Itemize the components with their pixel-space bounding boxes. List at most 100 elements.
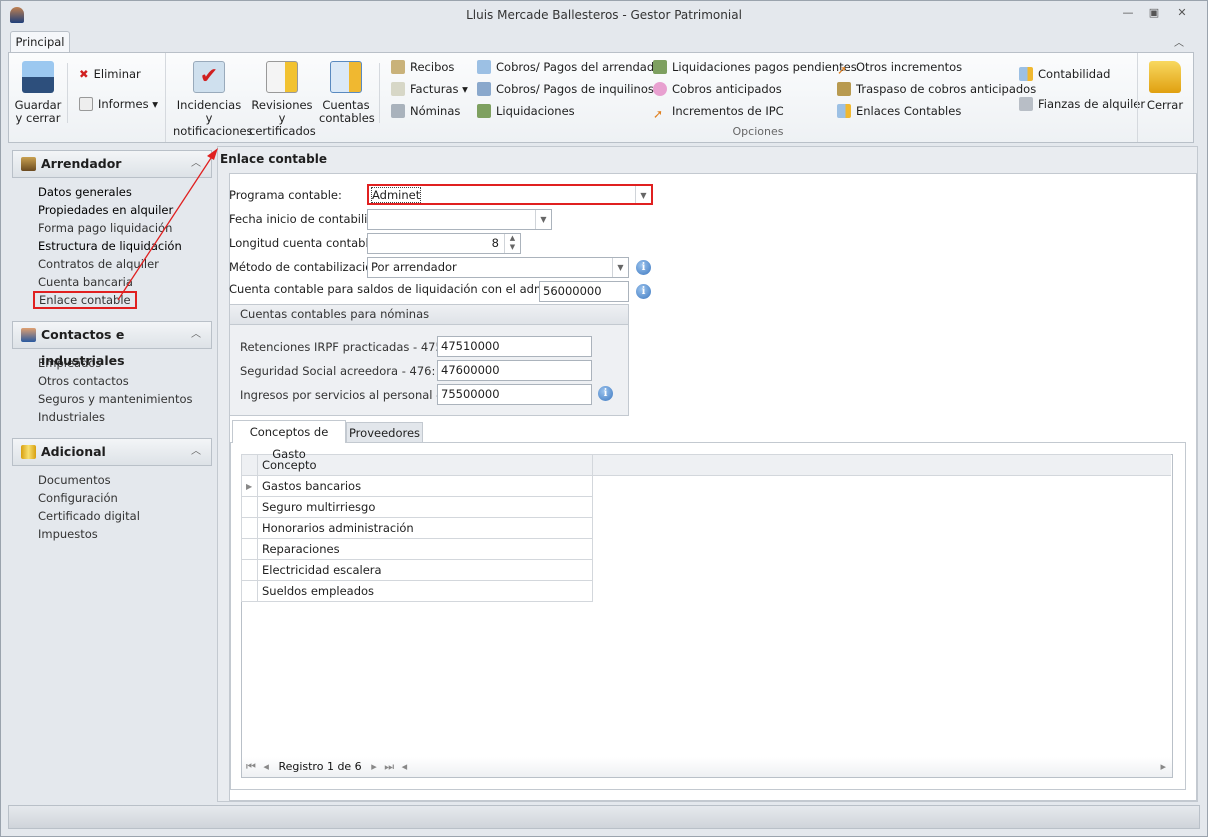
invoice-icon	[391, 82, 405, 96]
programa-label: Programa contable:	[229, 188, 342, 202]
sidebar-item[interactable]: Seguros y mantenimientos	[12, 390, 212, 408]
cuentas-contables-button[interactable]: Cuentas contables	[319, 61, 375, 125]
incrementos-ipc-button[interactable]: ➚ Incrementos de IPC	[653, 101, 857, 121]
tab-conceptos-gasto[interactable]: Conceptos de Gasto	[232, 420, 346, 461]
table-row[interactable]: Honorarios administración	[241, 517, 1172, 539]
sidebar-item[interactable]: Industriales	[12, 408, 212, 426]
sidebar-group-2[interactable]: Adicional ︿	[12, 438, 212, 466]
metodo-select[interactable]: Por arrendador ▼	[367, 257, 629, 278]
report-icon	[79, 97, 93, 111]
sidebar-group-0[interactable]: Arrendador ︿	[12, 150, 212, 178]
minimize-button[interactable]: —	[1118, 6, 1138, 22]
contabilidad-button[interactable]: Contabilidad	[1019, 64, 1145, 84]
first-record-button[interactable]: ⏮	[246, 760, 256, 773]
arrendador-icon	[21, 157, 36, 171]
guardar-cerrar-button[interactable]: Guardar y cerrar	[13, 61, 63, 125]
sidebar-item[interactable]: Forma pago liquidación	[12, 219, 212, 237]
eliminar-button[interactable]: ✖ Eliminar	[79, 64, 141, 84]
maximize-button[interactable]: ▣	[1144, 6, 1164, 22]
group-title: Arrendador	[41, 156, 122, 171]
database-icon	[21, 445, 36, 459]
chevron-up-icon[interactable]: ︿	[191, 151, 201, 177]
chevron-up-icon[interactable]: ︿	[191, 322, 201, 348]
collapse-ribbon-icon[interactable]: ︿	[1174, 34, 1184, 49]
chevron-up-icon[interactable]: ︿	[191, 439, 201, 465]
sidebar-item[interactable]: Datos generales	[12, 183, 212, 201]
scroll-left-icon[interactable]: ◂	[402, 760, 408, 773]
info-icon[interactable]: i	[636, 260, 651, 275]
delete-x-icon: ✖	[79, 67, 89, 81]
ss-label: Seguridad Social acreedora - 476:	[240, 364, 436, 378]
sidebar-item[interactable]: Impuestos	[12, 525, 212, 543]
cobros-anticipados-button[interactable]: Cobros anticipados	[653, 79, 857, 99]
concepto-cell[interactable]: Electricidad escalera	[256, 559, 594, 581]
concepto-cell[interactable]: Seguro multirriesgo	[256, 496, 594, 518]
nominas-button[interactable]: Nóminas	[391, 101, 468, 121]
nominas-title: Cuentas contables para nóminas	[230, 305, 628, 325]
grid-navigator: ⏮ ◂ Registro 1 de 6 ▸ ⏭ ◂ ▸	[242, 757, 1172, 777]
payroll-icon	[391, 104, 405, 118]
concepts-grid: Concepto ▶ Gastos bancarios Seguro multirr…	[241, 454, 1173, 778]
fecha-inicio-select[interactable]: ▼	[367, 209, 552, 230]
cuenta-saldos-input[interactable]: 56000000	[539, 281, 629, 302]
ss-input[interactable]: 47600000	[437, 360, 592, 381]
revisiones-button[interactable]: Revisiones y certificados	[249, 61, 316, 138]
table-row[interactable]: Seguro multirriesgo	[241, 496, 1172, 518]
programa-contable-select[interactable]: Adminet ▼	[367, 184, 653, 205]
column-header-concepto[interactable]: Concepto	[256, 454, 594, 476]
informes-button[interactable]: Informes ▾	[79, 94, 158, 114]
status-bar	[8, 805, 1200, 829]
sidebar-item[interactable]: Estructura de liquidación	[12, 237, 212, 255]
table-row[interactable]: Reparaciones	[241, 538, 1172, 560]
longitud-stepper[interactable]: 8 ▲ ▼	[367, 233, 521, 254]
group-label-opciones: Opciones	[732, 125, 784, 138]
ingresos-input[interactable]: 75500000	[437, 384, 592, 405]
prev-record-button[interactable]: ◂	[263, 760, 269, 773]
concepto-cell[interactable]: Gastos bancarios	[256, 475, 594, 497]
liquidaciones-button[interactable]: Liquidaciones	[477, 101, 666, 121]
concepto-cell[interactable]: Sueldos empleados	[256, 580, 594, 602]
recibos-button[interactable]: Recibos	[391, 57, 468, 77]
otros-incrementos-button[interactable]: ➚ Otros incrementos	[837, 57, 1036, 77]
sidebar-item[interactable]: Otros contactos	[12, 372, 212, 390]
sidebar-item[interactable]: Contratos de alquiler	[12, 255, 212, 273]
checklist-icon: ✔	[193, 61, 225, 93]
metodo-label: Método de contabilización:	[229, 260, 384, 274]
record-counter: Registro 1 de 6	[278, 760, 362, 773]
tab-proveedores[interactable]: Proveedores	[346, 422, 423, 443]
cobros-pagos-arrendador-button[interactable]: Cobros/ Pagos del arrendador	[477, 57, 666, 77]
tab-principal[interactable]: Principal	[10, 31, 70, 53]
irpf-input[interactable]: 47510000	[437, 336, 592, 357]
sidebar-item[interactable]: Enlace contable	[33, 291, 137, 309]
safe-icon	[1019, 97, 1033, 111]
cobros-pagos-inquilinos-button[interactable]: Cobros/ Pagos de inquilinos	[477, 79, 666, 99]
incidencias-button[interactable]: ✔ Incidencias y notificaciones	[173, 61, 253, 138]
fianzas-button[interactable]: Fianzas de alquiler	[1019, 94, 1145, 114]
table-row[interactable]: ▶ Gastos bancarios	[241, 475, 1172, 497]
scroll-right-icon[interactable]: ▸	[1160, 757, 1166, 777]
cerrar-button[interactable]: Cerrar	[1143, 61, 1187, 112]
table-row[interactable]: Sueldos empleados	[241, 580, 1172, 602]
concepto-cell[interactable]: Honorarios administración	[256, 517, 594, 539]
concepto-cell[interactable]: Reparaciones	[256, 538, 594, 560]
sidebar-item[interactable]: Documentos	[12, 471, 212, 489]
enlaces-contables-button[interactable]: Enlaces Contables	[837, 101, 1036, 121]
increment-icon: ➚	[653, 107, 664, 121]
info-icon[interactable]: i	[636, 284, 651, 299]
table-row[interactable]: Electricidad escalera	[241, 559, 1172, 581]
sidebar-item[interactable]: Cuenta bancaria	[12, 273, 212, 291]
facturas-button[interactable]: Facturas ▾	[391, 79, 468, 99]
sidebar-item[interactable]: Certificado digital	[12, 507, 212, 525]
sidebar-group-1[interactable]: Contactos e industriales ︿	[12, 321, 212, 368]
next-record-button[interactable]: ▸	[371, 760, 377, 773]
sidebar-item[interactable]: Configuración	[12, 489, 212, 507]
irpf-label: Retenciones IRPF practicadas - 4751:	[240, 340, 454, 354]
liquidaciones-pendientes-button[interactable]: Liquidaciones pagos pendientes	[653, 57, 857, 77]
group-title: Contactos e industriales	[41, 327, 125, 368]
close-button[interactable]: ✕	[1172, 6, 1192, 22]
traspaso-cobros-button[interactable]: Traspaso de cobros anticipados	[837, 79, 1036, 99]
last-record-button[interactable]: ⏭	[384, 760, 394, 773]
sidebar-item[interactable]: Propiedades en alquiler	[12, 201, 212, 219]
info-icon[interactable]: i	[598, 386, 613, 401]
row-indicator-icon: ▶	[246, 481, 253, 491]
